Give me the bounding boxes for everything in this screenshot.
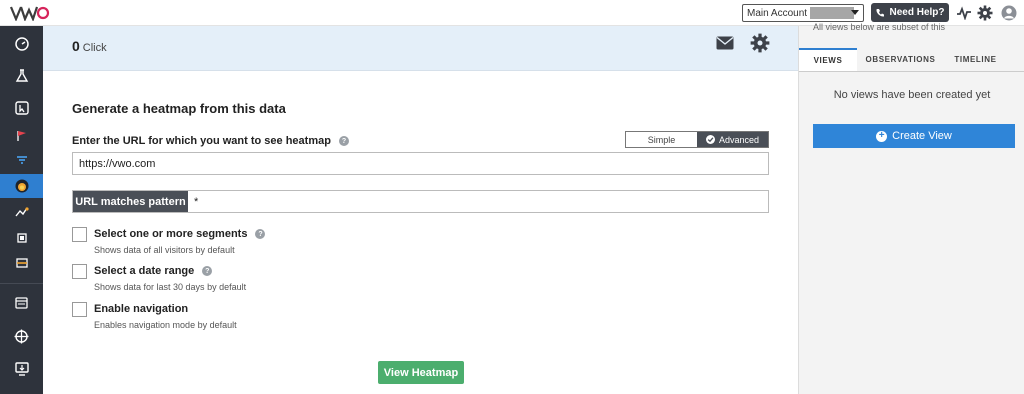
url-pattern-row: URL matches pattern: [72, 190, 769, 213]
url-field-label: Enter the URL for which you want to see …: [72, 135, 349, 147]
help-icon[interactable]: ?: [338, 136, 349, 146]
sidebar-divider: [0, 283, 43, 284]
empty-views-message: No views have been created yet: [833, 89, 991, 101]
date-range-checkbox[interactable]: [72, 264, 87, 279]
sidebar-item-heatmap[interactable]: [0, 174, 43, 198]
navigation-option-title: Enable navigation: [94, 303, 188, 315]
form-icon: [16, 233, 27, 243]
recording-icon: [15, 258, 28, 268]
heatmap-icon: [15, 179, 28, 193]
tab-observations[interactable]: OBSERVATIONS: [857, 48, 944, 71]
sidebar-item-recording[interactable]: [0, 251, 43, 275]
sidebar-item-funnel[interactable]: [0, 148, 43, 172]
views-tabs: VIEWS OBSERVATIONS TIMELINE: [799, 48, 1024, 72]
mode-simple-option[interactable]: Simple: [626, 132, 697, 147]
plus-circle-icon: +: [876, 130, 888, 142]
click-count-label: Click: [82, 42, 107, 54]
vwo-logo[interactable]: [10, 4, 50, 22]
form-title: Generate a heatmap from this data: [72, 101, 286, 116]
create-view-button[interactable]: + Create View: [813, 124, 1015, 148]
heatmap-subheader: 0 Click: [43, 26, 798, 71]
sidebar-item-plan[interactable]: [0, 290, 43, 314]
scroll-icon: [14, 207, 29, 217]
settings-gear-icon[interactable]: [750, 33, 770, 58]
cursor-box-icon: [14, 101, 29, 115]
navigation-checkbox[interactable]: [72, 302, 87, 317]
account-selector[interactable]: Main Account: [742, 4, 864, 22]
account-name-redacted: [810, 7, 855, 19]
segments-checkbox[interactable]: [72, 227, 87, 242]
sidebar-item-flag[interactable]: [0, 124, 43, 148]
mode-advanced-option[interactable]: Advanced: [697, 132, 768, 147]
sidebar-item-deploy[interactable]: [0, 357, 43, 381]
create-view-label: Create View: [892, 130, 952, 142]
segments-option-subtitle: Shows data of all visitors by default: [94, 245, 235, 255]
phone-icon: [876, 8, 885, 17]
click-count-value: 0: [72, 38, 80, 54]
dashboard-icon: [14, 37, 29, 51]
chevron-down-icon: [851, 10, 859, 15]
funnel-icon: [16, 156, 27, 164]
navigation-option-label: Enable navigation: [94, 303, 189, 315]
target-icon: [14, 329, 29, 343]
tab-views[interactable]: VIEWS: [799, 48, 857, 71]
tab-timeline[interactable]: TIMELINE: [944, 48, 1007, 71]
monitor-icon: [14, 362, 29, 376]
sidebar-item-insights[interactable]: [0, 96, 43, 120]
subset-note: All views below are subset of this: [813, 22, 946, 32]
gear-icon[interactable]: [976, 4, 994, 22]
url-pattern-input[interactable]: [188, 191, 768, 212]
mode-advanced-label: Advanced: [718, 134, 760, 145]
need-help-label: Need Help?: [889, 7, 945, 18]
views-pane: All views below are subset of this VIEWS…: [798, 22, 1024, 394]
view-heatmap-button[interactable]: View Heatmap: [378, 361, 464, 384]
flask-icon: [15, 69, 28, 82]
url-label-text: Enter the URL for which you want to see …: [72, 135, 331, 147]
mail-icon[interactable]: [716, 36, 734, 55]
date-range-option-title: Select a date range ?: [94, 265, 213, 277]
help-icon[interactable]: ?: [202, 266, 213, 276]
check-circle-icon: [705, 135, 715, 144]
date-range-option-label: Select a date range: [94, 265, 195, 277]
activity-icon[interactable]: [955, 4, 973, 22]
navigation-option-subtitle: Enables navigation mode by default: [94, 320, 237, 330]
account-label: Main Account: [747, 7, 808, 19]
segments-option-title: Select one or more segments ?: [94, 228, 266, 240]
sidebar-item-testing[interactable]: [0, 64, 43, 88]
mode-toggle: Simple Advanced: [625, 131, 769, 148]
sidebar-item-targeting[interactable]: [0, 324, 43, 348]
user-avatar-icon[interactable]: [1000, 4, 1018, 22]
calendar-icon: [15, 296, 28, 309]
sidebar-item-dashboard[interactable]: [0, 32, 43, 56]
need-help-button[interactable]: Need Help?: [871, 3, 949, 22]
segments-option-label: Select one or more segments: [94, 228, 248, 240]
sidebar-item-form[interactable]: [0, 226, 43, 250]
click-count: 0 Click: [72, 38, 107, 54]
flag-icon: [16, 131, 26, 141]
help-icon[interactable]: ?: [255, 229, 266, 239]
url-input[interactable]: [72, 152, 769, 175]
left-sidebar: [0, 26, 43, 394]
date-range-option-subtitle: Shows data for last 30 days by default: [94, 282, 247, 292]
sidebar-item-scrollmap[interactable]: [0, 200, 43, 224]
url-pattern-label: URL matches pattern: [73, 191, 188, 212]
heatmap-form-panel: Generate a heatmap from this data Enter …: [43, 71, 798, 394]
